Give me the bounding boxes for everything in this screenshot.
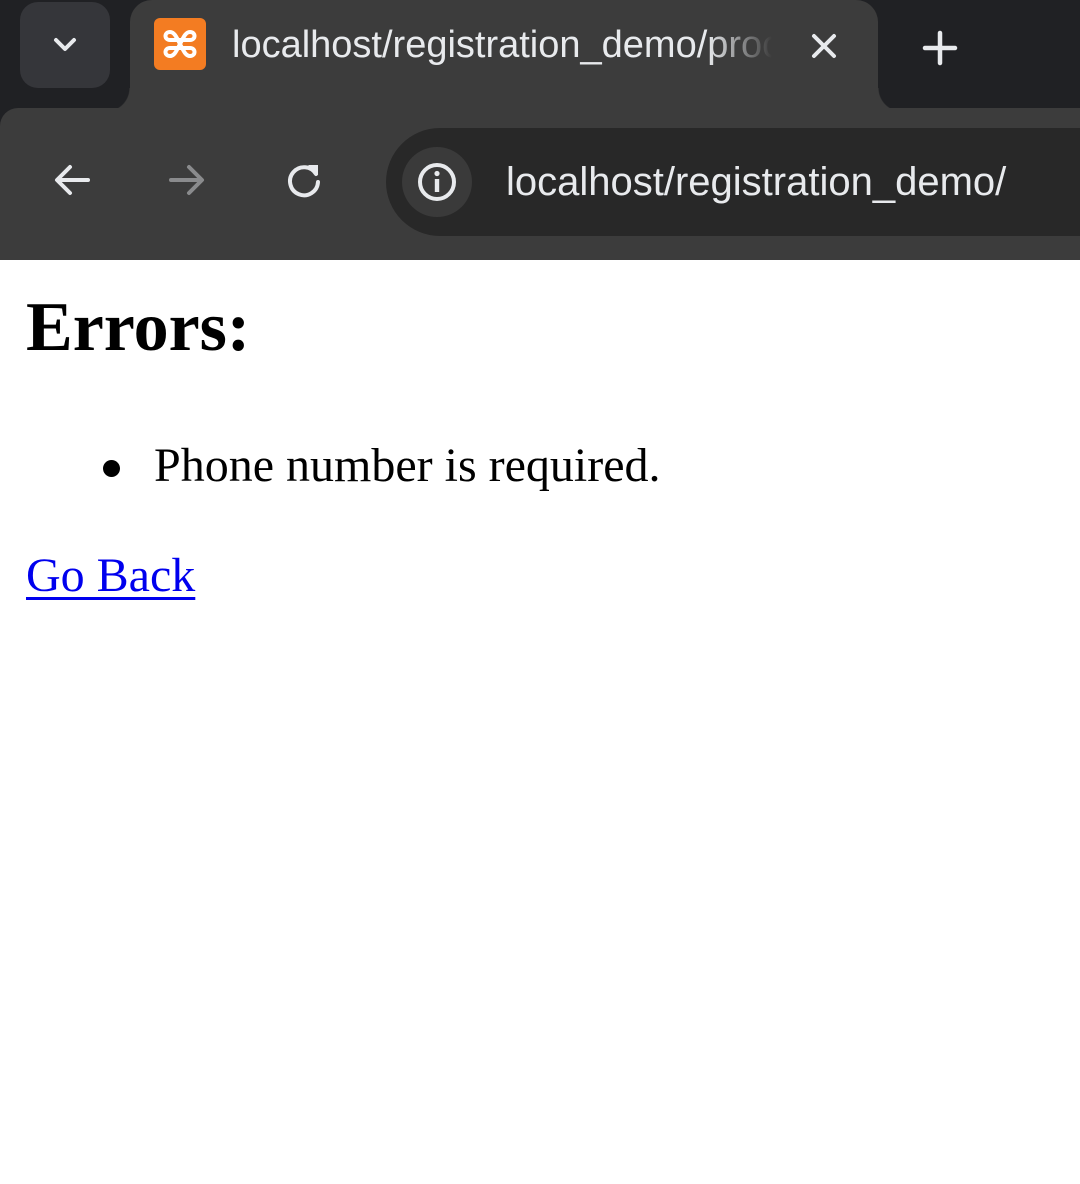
active-tab[interactable]: localhost/registration_demo/process.php bbox=[106, 0, 902, 112]
site-info-button[interactable] bbox=[402, 147, 472, 217]
url-text: localhost/registration_demo/ bbox=[506, 160, 1007, 204]
error-list: Phone number is required. bbox=[0, 436, 661, 496]
close-icon bbox=[812, 34, 836, 58]
forward-button[interactable] bbox=[155, 148, 219, 212]
tab-title: localhost/registration_demo/process.php bbox=[232, 24, 772, 66]
bullet-icon bbox=[103, 460, 120, 477]
tab-strip: localhost/registration_demo/process.php bbox=[0, 0, 1080, 112]
arrow-left-icon bbox=[55, 165, 90, 195]
reload-icon bbox=[288, 165, 320, 198]
new-tab-button[interactable] bbox=[912, 20, 968, 76]
browser-toolbar: localhost/registration_demo/ bbox=[0, 108, 1080, 260]
info-icon bbox=[418, 163, 456, 201]
chevron-down-icon bbox=[54, 38, 76, 51]
xampp-icon bbox=[154, 18, 206, 70]
reload-button[interactable] bbox=[272, 148, 336, 212]
go-back-link[interactable]: Go Back bbox=[26, 546, 195, 606]
arrow-right-icon bbox=[169, 165, 204, 195]
page-content: Errors: Phone number is required. Go Bac… bbox=[0, 260, 1080, 1184]
close-tab-button[interactable] bbox=[800, 22, 848, 70]
list-item: Phone number is required. bbox=[0, 436, 661, 496]
browser-chrome: localhost/registration_demo/process.php bbox=[0, 0, 1080, 260]
back-button[interactable] bbox=[40, 148, 104, 212]
plus-icon bbox=[922, 30, 958, 66]
address-bar[interactable]: localhost/registration_demo/ bbox=[386, 128, 1080, 236]
error-message: Phone number is required. bbox=[154, 439, 661, 492]
tab-search-button[interactable] bbox=[20, 2, 110, 88]
page-title: Errors: bbox=[26, 289, 251, 366]
